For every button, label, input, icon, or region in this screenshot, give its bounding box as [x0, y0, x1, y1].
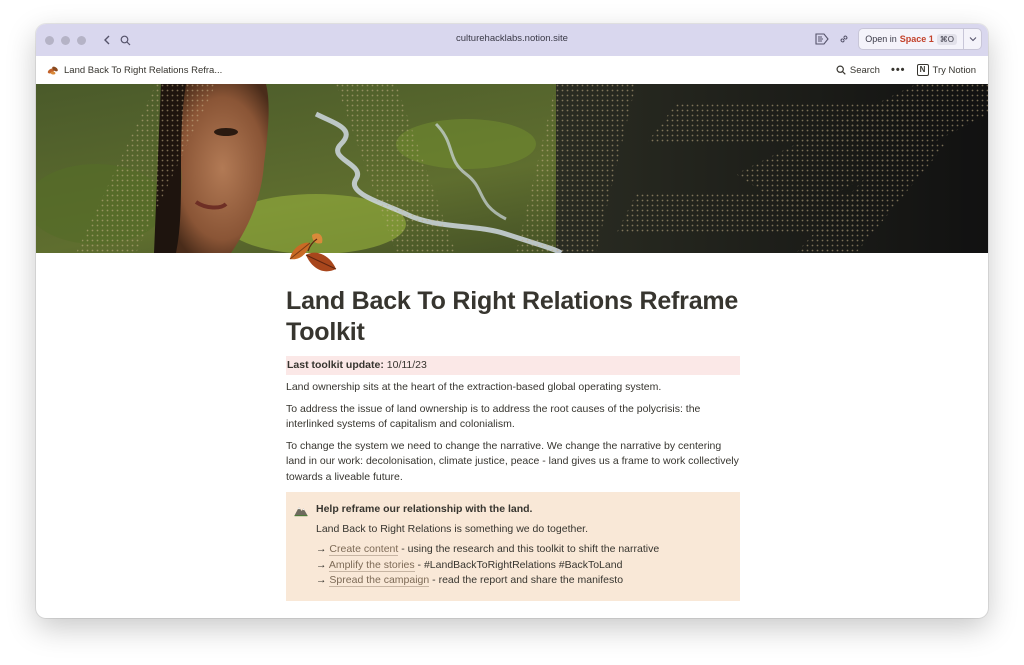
arrow-icon: →	[316, 558, 327, 571]
space-label: Space 1	[899, 34, 934, 44]
more-options-button[interactable]: •••	[891, 64, 906, 76]
open-in-label: Open in	[865, 34, 897, 44]
back-button[interactable]	[100, 33, 114, 47]
callout-item-spread: → Spread the campaign - read the report …	[316, 573, 659, 589]
paragraph-change-narrative: To change the system we need to change t…	[286, 439, 739, 483]
callout-item-amplify: → Amplify the stories - #LandBackToRight…	[316, 558, 659, 574]
search-label: Search	[849, 64, 880, 76]
callout-item-text: - using the research and this toolkit to…	[398, 543, 660, 555]
try-notion-label: Try Notion	[932, 64, 976, 76]
last-update-highlight: Last toolkit update: 10/11/23	[286, 356, 740, 375]
callout-item-create: → Create content - using the research an…	[316, 542, 659, 558]
open-in-space-button[interactable]: Open in Space 1 ⌘O	[858, 28, 982, 50]
paragraph-land-ownership: Land ownership sits at the heart of the …	[286, 381, 662, 393]
callout-block: Help reframe our relationship with the l…	[286, 492, 740, 601]
chevron-left-icon	[104, 35, 110, 45]
page-title: Land Back To Right Relations Reframe Too…	[286, 287, 739, 346]
open-in-dropdown-button[interactable]	[963, 29, 981, 49]
leaves-icon	[47, 66, 58, 75]
copy-link-button[interactable]	[836, 31, 852, 47]
amplify-stories-link[interactable]: Amplify the stories	[328, 558, 415, 572]
callout-heading: Help reframe our relationship with the l…	[316, 503, 533, 515]
maximize-window-button[interactable]	[77, 35, 86, 45]
open-in-main[interactable]: Open in Space 1 ⌘O	[859, 29, 963, 49]
notion-topbar: Land Back To Right Relations Refra... Se…	[36, 56, 988, 84]
arrow-icon: →	[316, 543, 327, 555]
mountain-icon	[294, 507, 308, 517]
create-content-link[interactable]: Create content	[329, 543, 399, 556]
browser-toolbar: culturehacklabs.notion.site Open in Spac	[36, 24, 988, 56]
leaves-icon	[289, 233, 337, 272]
search-icon	[836, 65, 846, 75]
close-window-button[interactable]	[45, 35, 54, 45]
window-controls	[45, 35, 86, 45]
search-button[interactable]: Search	[836, 65, 880, 76]
address-bar[interactable]: culturehacklabs.notion.site	[456, 33, 568, 44]
page-icon-leaves[interactable]	[286, 229, 340, 277]
reader-icon	[815, 33, 829, 45]
try-notion-button[interactable]: N Try Notion	[916, 64, 976, 76]
search-icon	[120, 35, 131, 45]
link-icon	[840, 35, 848, 43]
minimize-window-button[interactable]	[61, 35, 70, 45]
paragraph-root-causes: To address the issue of land ownership i…	[286, 402, 701, 431]
callout-item-text: - #LandBackToRightRelations #BackToLand	[414, 558, 623, 571]
spread-campaign-link[interactable]: Spread the campaign	[329, 574, 430, 587]
notion-logo-icon: N	[916, 64, 929, 76]
callout-subtext: Land Back to Right Relations is somethin…	[316, 522, 588, 535]
reader-mode-icon[interactable]	[814, 31, 830, 47]
chevron-down-icon	[969, 37, 976, 42]
breadcrumb[interactable]: Land Back To Right Relations Refra...	[47, 64, 222, 76]
address-search-icon[interactable]	[120, 33, 134, 47]
update-label: Last toolkit update:	[287, 359, 384, 371]
page-content: Land Back To Right Relations Reframe Too…	[286, 286, 740, 601]
browser-window: culturehacklabs.notion.site Open in Spac	[36, 24, 988, 618]
shortcut-badge: ⌘O	[936, 33, 957, 45]
callout-item-text: - read the report and share the manifest…	[429, 574, 624, 586]
cover-artwork	[36, 84, 988, 253]
page-cover-image	[36, 84, 988, 253]
arrow-icon: →	[316, 574, 327, 586]
update-value: 10/11/23	[386, 359, 427, 371]
breadcrumb-page-title[interactable]: Land Back To Right Relations Refra...	[64, 65, 222, 76]
